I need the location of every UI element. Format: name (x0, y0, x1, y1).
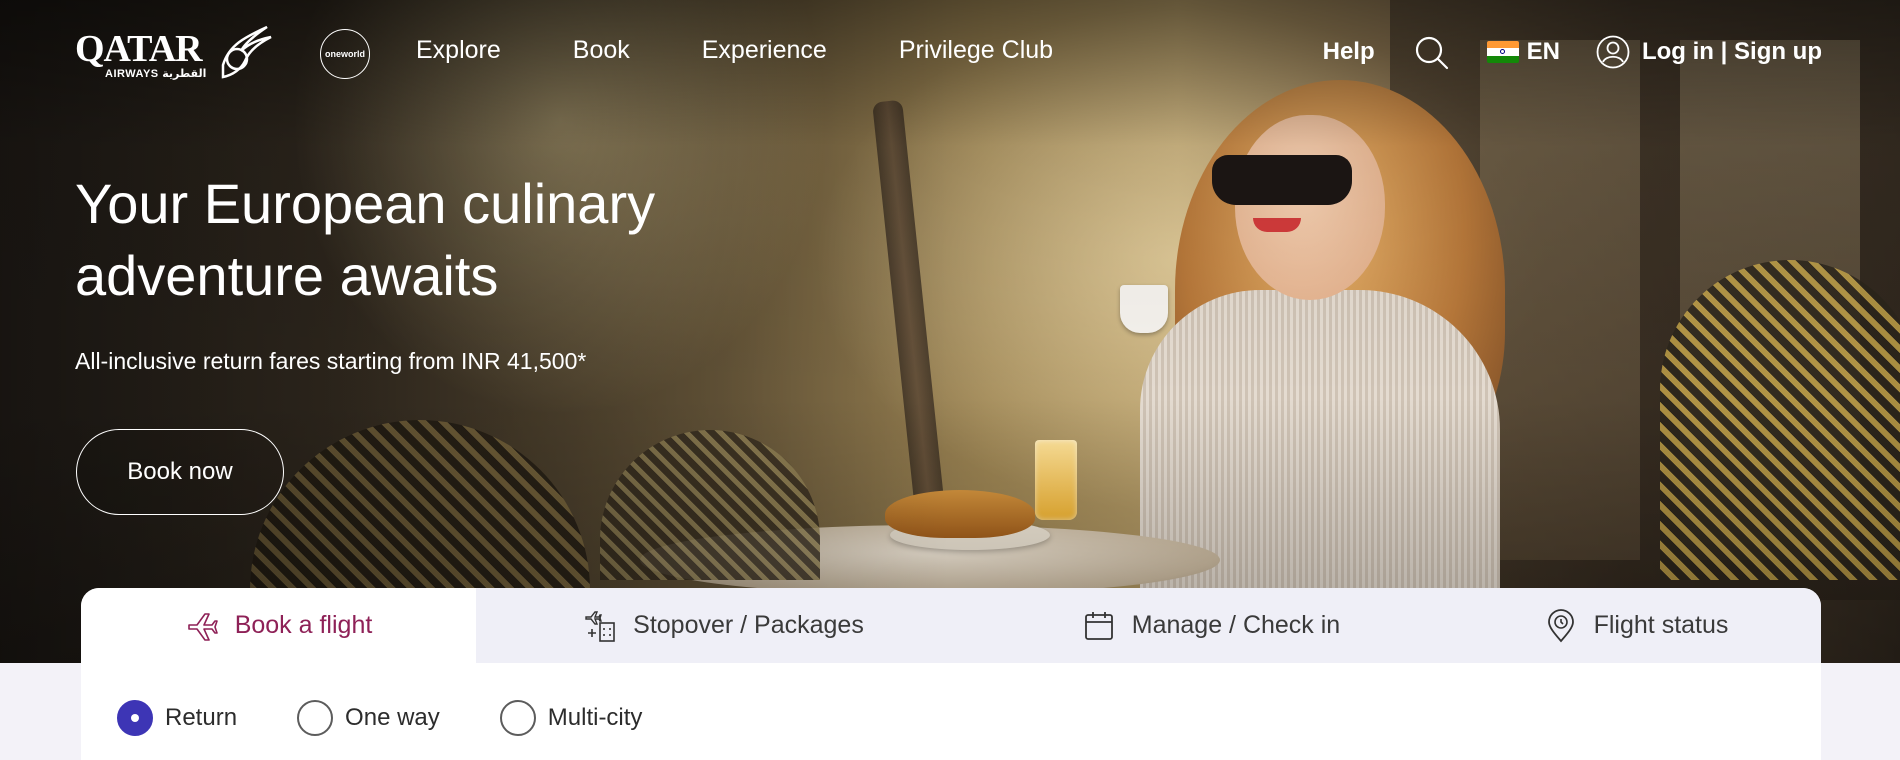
trip-type-selector: Return One way Multi-city (117, 700, 702, 736)
hero-title-line-1: Your European culinary (75, 172, 656, 235)
trip-type-return[interactable]: Return (117, 700, 237, 736)
trip-type-one-way[interactable]: One way (297, 700, 440, 736)
tab-book-a-flight[interactable]: Book a flight (81, 588, 476, 663)
radio-unchecked-icon (297, 700, 334, 736)
oneworld-badge[interactable]: oneworld (320, 29, 370, 79)
booking-widget: Book a flight Stopover / Packages Manage… (81, 588, 1821, 760)
hero-title-line-2: adventure awaits (75, 244, 499, 307)
qatar-airways-logo[interactable]: QATAR AIRWAYS القطرية (75, 25, 275, 85)
user-icon[interactable] (1596, 35, 1630, 69)
logo-wordmark: QATAR (75, 28, 203, 70)
login-signup-link[interactable]: Log in | Sign up (1642, 38, 1822, 66)
search-icon[interactable] (1413, 34, 1449, 70)
hero-title: Your European culinary adventure awaits (75, 168, 795, 312)
plane-icon (187, 612, 218, 641)
tab-flight-status[interactable]: Flight status (1451, 588, 1821, 663)
nav-experience[interactable]: Experience (702, 36, 827, 65)
tab-label: Book a flight (234, 611, 373, 639)
tab-stopover-packages[interactable]: Stopover / Packages (476, 588, 971, 663)
location-pin-icon (1547, 608, 1574, 642)
top-navigation: QATAR AIRWAYS القطرية oneworld Explore B… (0, 0, 1900, 104)
nav-explore[interactable]: Explore (416, 36, 501, 65)
tab-label: Manage / Check in (1131, 611, 1341, 639)
nav-privilege-club[interactable]: Privilege Club (899, 36, 1053, 65)
hero-subtitle: All-inclusive return fares starting from… (75, 348, 587, 374)
language-code: EN (1526, 38, 1560, 65)
tab-label: Stopover / Packages (633, 611, 864, 639)
trip-type-multi-city[interactable]: Multi-city (499, 700, 643, 736)
calendar-icon (1084, 611, 1113, 640)
radio-unchecked-icon (499, 700, 536, 736)
nav-book[interactable]: Book (573, 36, 630, 65)
tab-manage-check-in[interactable]: Manage / Check in (971, 588, 1451, 663)
tab-label: Flight status (1593, 611, 1729, 639)
stopover-icon (585, 610, 615, 642)
help-link[interactable]: Help (1323, 38, 1375, 66)
radio-checked-icon (117, 700, 153, 736)
booking-tabs: Book a flight Stopover / Packages Manage… (81, 588, 1821, 663)
main-menu: Explore Book Experience Privilege Club (416, 36, 1053, 65)
logo-subtitle: AIRWAYS القطرية (105, 68, 207, 80)
utility-nav: Help EN Log in | Sign up (1323, 30, 1822, 74)
radio-label: Multi-city (547, 704, 643, 731)
book-now-button[interactable]: Book now (76, 429, 284, 515)
radio-label: Return (165, 704, 238, 731)
india-flag-icon (1486, 41, 1519, 63)
radio-label: One way (345, 704, 440, 731)
language-selector[interactable]: EN (1486, 38, 1560, 66)
oryx-icon (221, 25, 272, 79)
